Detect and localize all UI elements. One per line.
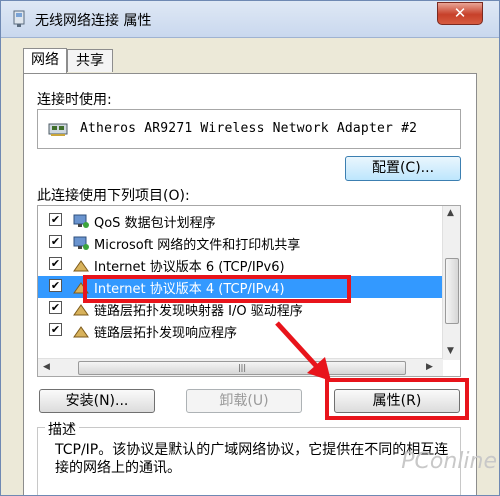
window-title: 无线网络连接 属性 xyxy=(35,13,152,29)
adapter-field: Atheros AR9271 Wireless Network Adapter … xyxy=(37,109,461,149)
item-checkbox[interactable]: ✔ xyxy=(49,279,62,292)
title-bar[interactable]: 无线网络连接 属性 ✕ xyxy=(1,1,499,38)
tab-sharing[interactable]: 共享 xyxy=(67,49,113,72)
scroll-right-icon[interactable]: ▶ xyxy=(426,362,433,372)
item-checkbox[interactable]: ✔ xyxy=(49,235,62,248)
list-item[interactable]: ✔ QoS 数据包计划程序 xyxy=(38,210,442,232)
highlight-box-ipv4 xyxy=(83,275,351,303)
vertical-scrollbar[interactable]: ▲ ▼ xyxy=(442,206,460,360)
scroll-left-icon[interactable]: ◀ xyxy=(43,362,50,372)
network-service-icon xyxy=(73,214,89,228)
protocol-icon xyxy=(73,326,89,338)
scroll-up-icon[interactable]: ▲ xyxy=(447,208,454,218)
item-checkbox[interactable]: ✔ xyxy=(49,213,62,226)
item-checkbox[interactable]: ✔ xyxy=(49,323,62,336)
highlight-box-properties xyxy=(325,378,469,420)
list-item[interactable]: ✔ 链路层拓扑发现响应程序 xyxy=(38,320,442,342)
item-label: Microsoft 网络的文件和打印机共享 xyxy=(94,238,301,253)
install-button[interactable]: 安装(N)... xyxy=(39,389,155,413)
network-card-icon xyxy=(48,123,68,136)
protocol-icon xyxy=(73,304,89,316)
item-label: Internet 协议版本 6 (TCP/IPv6) xyxy=(94,260,285,275)
horizontal-scrollbar[interactable]: ◀ ||| ▶ xyxy=(38,358,443,376)
description-title: 描述 xyxy=(45,419,79,439)
adapter-name: Atheros AR9271 Wireless Network Adapter … xyxy=(80,121,418,136)
configure-button[interactable]: 配置(C)... xyxy=(345,156,461,181)
protocol-icon xyxy=(73,260,89,272)
close-button[interactable]: ✕ xyxy=(437,2,483,25)
horizontal-scroll-thumb[interactable]: ||| xyxy=(78,361,406,375)
properties-dialog: 无线网络连接 属性 ✕ 网络 共享 连接时使用: Atheros AR9271 … xyxy=(0,0,500,496)
tab-network[interactable]: 网络 xyxy=(23,48,67,73)
uninstall-button[interactable]: 卸载(U) xyxy=(186,389,302,413)
item-label: 链路层拓扑发现响应程序 xyxy=(94,326,238,341)
item-checkbox[interactable]: ✔ xyxy=(49,301,62,314)
network-adapter-icon xyxy=(13,10,25,27)
network-service-icon xyxy=(73,236,89,250)
list-item[interactable]: ✔ Internet 协议版本 6 (TCP/IPv6) xyxy=(38,254,442,276)
description-text: TCP/IP。该协议是默认的广域网络协议，它提供在不同的相互连接的网络上的通讯。 xyxy=(55,442,449,476)
list-item[interactable]: ✔ Microsoft 网络的文件和打印机共享 xyxy=(38,232,442,254)
item-label: QoS 数据包计划程序 xyxy=(94,216,216,231)
vertical-scroll-thumb[interactable] xyxy=(445,258,459,324)
items-label: 此连接使用下列项目(O): xyxy=(37,188,190,204)
scroll-down-icon[interactable]: ▼ xyxy=(447,346,454,356)
pointer-arrow-icon xyxy=(275,321,331,381)
item-checkbox[interactable]: ✔ xyxy=(49,257,62,270)
watermark: PConline xyxy=(401,449,497,474)
connect-using-label: 连接时使用: xyxy=(37,92,112,108)
